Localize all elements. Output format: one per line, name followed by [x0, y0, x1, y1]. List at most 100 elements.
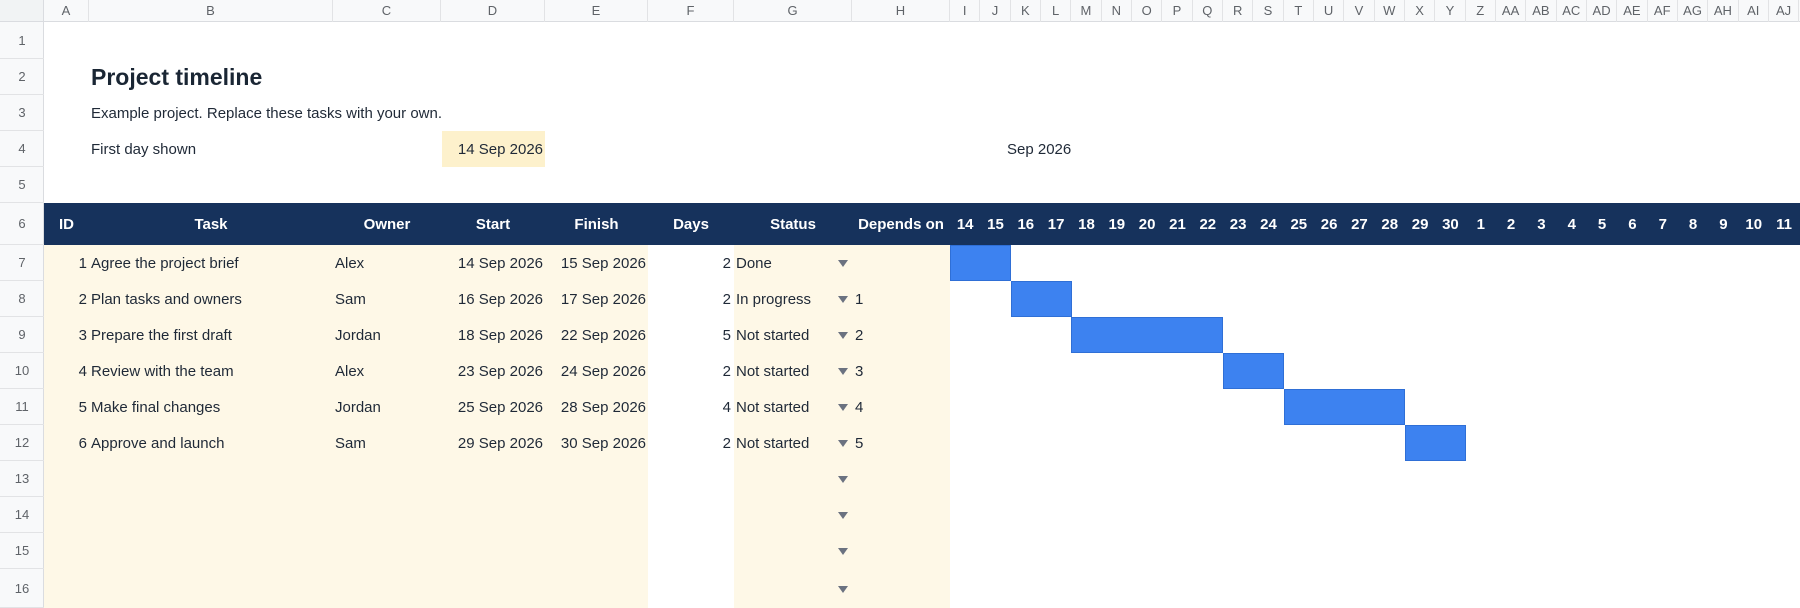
row-header-6[interactable]: 6 — [0, 203, 44, 245]
row-header-8[interactable]: 8 — [0, 281, 44, 317]
column-header-n[interactable]: N — [1102, 0, 1132, 22]
task-start[interactable]: 29 Sep 2026 — [441, 425, 545, 461]
task-id[interactable]: 4 — [44, 353, 89, 389]
task-status[interactable]: Not started — [736, 317, 836, 353]
select-all-corner[interactable] — [0, 0, 44, 22]
row-header-14[interactable]: 14 — [0, 497, 44, 533]
task-owner[interactable]: Sam — [335, 425, 439, 461]
row-header-1[interactable]: 1 — [0, 22, 44, 59]
column-header-e[interactable]: E — [545, 0, 648, 22]
gantt-day-header[interactable]: 24 — [1253, 203, 1283, 245]
spreadsheet[interactable]: A B C D E F G H I J K L M N O P Q R S T U V W X Y Z AA AB AC AD AE AF AG… — [0, 0, 1800, 608]
task-name[interactable]: Agree the project brief — [91, 245, 331, 281]
task-owner[interactable]: Jordan — [335, 389, 439, 425]
row-header-4[interactable]: 4 — [0, 131, 44, 167]
column-header-s[interactable]: S — [1253, 0, 1284, 22]
column-header-z[interactable]: Z — [1466, 0, 1496, 22]
gantt-bar[interactable] — [1010, 281, 1072, 317]
gantt-bar[interactable] — [1222, 353, 1285, 389]
first-day-input[interactable]: 14 Sep 2026 — [442, 131, 545, 167]
row-header-2[interactable]: 2 — [0, 59, 44, 95]
row-header-10[interactable]: 10 — [0, 353, 44, 389]
task-depends-on[interactable]: 5 — [855, 425, 945, 461]
status-dropdown-arrow[interactable] — [838, 585, 848, 593]
task-status[interactable]: In progress — [736, 281, 836, 317]
column-header-t[interactable]: T — [1284, 0, 1314, 22]
column-header-ab[interactable]: AB — [1526, 0, 1557, 22]
task-start[interactable]: 14 Sep 2026 — [441, 245, 545, 281]
first-day-label[interactable]: First day shown — [91, 131, 196, 167]
task-name[interactable]: Plan tasks and owners — [91, 281, 331, 317]
gantt-bar[interactable] — [950, 245, 1012, 281]
gantt-day-header[interactable]: 30 — [1435, 203, 1465, 245]
gantt-day-header[interactable]: 28 — [1375, 203, 1405, 245]
task-finish[interactable]: 30 Sep 2026 — [545, 425, 648, 461]
row-header-13[interactable]: 13 — [0, 461, 44, 497]
task-status[interactable]: Not started — [736, 425, 836, 461]
row-header-7[interactable]: 7 — [0, 245, 44, 281]
gantt-bar[interactable] — [1404, 425, 1467, 461]
column-header-k[interactable]: K — [1011, 0, 1041, 22]
column-header-l[interactable]: L — [1041, 0, 1072, 22]
task-days[interactable]: 4 — [648, 389, 734, 425]
gantt-day-header[interactable]: 18 — [1071, 203, 1101, 245]
page-title[interactable]: Project timeline — [91, 59, 262, 95]
column-header-u[interactable]: U — [1314, 0, 1345, 22]
gantt-day-header[interactable]: 7 — [1648, 203, 1678, 245]
header-id[interactable]: ID — [44, 203, 89, 245]
gantt-day-header[interactable]: 29 — [1405, 203, 1435, 245]
gantt-day-header[interactable]: 16 — [1011, 203, 1041, 245]
column-header-ag[interactable]: AG — [1678, 0, 1709, 22]
task-days[interactable]: 2 — [648, 353, 734, 389]
gantt-bar[interactable] — [1283, 389, 1406, 425]
task-finish[interactable]: 28 Sep 2026 — [545, 389, 648, 425]
task-days[interactable]: 2 — [648, 425, 734, 461]
row-header-9[interactable]: 9 — [0, 317, 44, 353]
task-status[interactable]: Not started — [736, 353, 836, 389]
task-name[interactable]: Approve and launch — [91, 425, 331, 461]
column-header-j[interactable]: J — [980, 0, 1011, 22]
column-header-w[interactable]: W — [1375, 0, 1405, 22]
page-subtitle[interactable]: Example project. Replace these tasks wit… — [91, 95, 442, 131]
gantt-day-header[interactable]: 23 — [1223, 203, 1253, 245]
gantt-day-header[interactable]: 25 — [1284, 203, 1314, 245]
row-header-5[interactable]: 5 — [0, 167, 44, 203]
gantt-day-header[interactable]: 15 — [980, 203, 1010, 245]
task-start[interactable]: 16 Sep 2026 — [441, 281, 545, 317]
gantt-day-header[interactable]: 11 — [1769, 203, 1799, 245]
gantt-day-header[interactable]: 10 — [1739, 203, 1769, 245]
task-start[interactable]: 18 Sep 2026 — [441, 317, 545, 353]
column-header-a[interactable]: A — [44, 0, 89, 22]
task-finish[interactable]: 15 Sep 2026 — [545, 245, 648, 281]
month-label[interactable]: Sep 2026 — [1007, 131, 1071, 167]
gantt-day-header[interactable]: 6 — [1617, 203, 1647, 245]
task-name[interactable]: Review with the team — [91, 353, 331, 389]
column-header-h[interactable]: H — [852, 0, 950, 22]
task-id[interactable]: 3 — [44, 317, 89, 353]
gantt-day-header[interactable]: 5 — [1587, 203, 1617, 245]
task-owner[interactable]: Alex — [335, 353, 439, 389]
header-owner[interactable]: Owner — [333, 203, 441, 245]
gantt-day-header[interactable]: 21 — [1162, 203, 1192, 245]
column-header-d[interactable]: D — [441, 0, 545, 22]
task-depends-on[interactable] — [855, 245, 945, 281]
column-header-m[interactable]: M — [1071, 0, 1102, 22]
task-days[interactable]: 5 — [648, 317, 734, 353]
task-id[interactable]: 1 — [44, 245, 89, 281]
status-dropdown-arrow[interactable] — [838, 476, 848, 483]
column-header-ad[interactable]: AD — [1587, 0, 1618, 22]
column-header-r[interactable]: R — [1223, 0, 1254, 22]
header-start[interactable]: Start — [441, 203, 545, 245]
column-header-x[interactable]: X — [1405, 0, 1436, 22]
task-status[interactable]: Done — [736, 245, 836, 281]
column-header-q[interactable]: Q — [1193, 0, 1223, 22]
task-depends-on[interactable]: 2 — [855, 317, 945, 353]
row-header-12[interactable]: 12 — [0, 425, 44, 461]
gantt-day-header[interactable]: 8 — [1678, 203, 1708, 245]
column-header-ah[interactable]: AH — [1708, 0, 1739, 22]
column-header-y[interactable]: Y — [1435, 0, 1466, 22]
column-header-i[interactable]: I — [950, 0, 981, 22]
column-header-g[interactable]: G — [734, 0, 852, 22]
column-header-o[interactable]: O — [1132, 0, 1163, 22]
task-name[interactable]: Make final changes — [91, 389, 331, 425]
